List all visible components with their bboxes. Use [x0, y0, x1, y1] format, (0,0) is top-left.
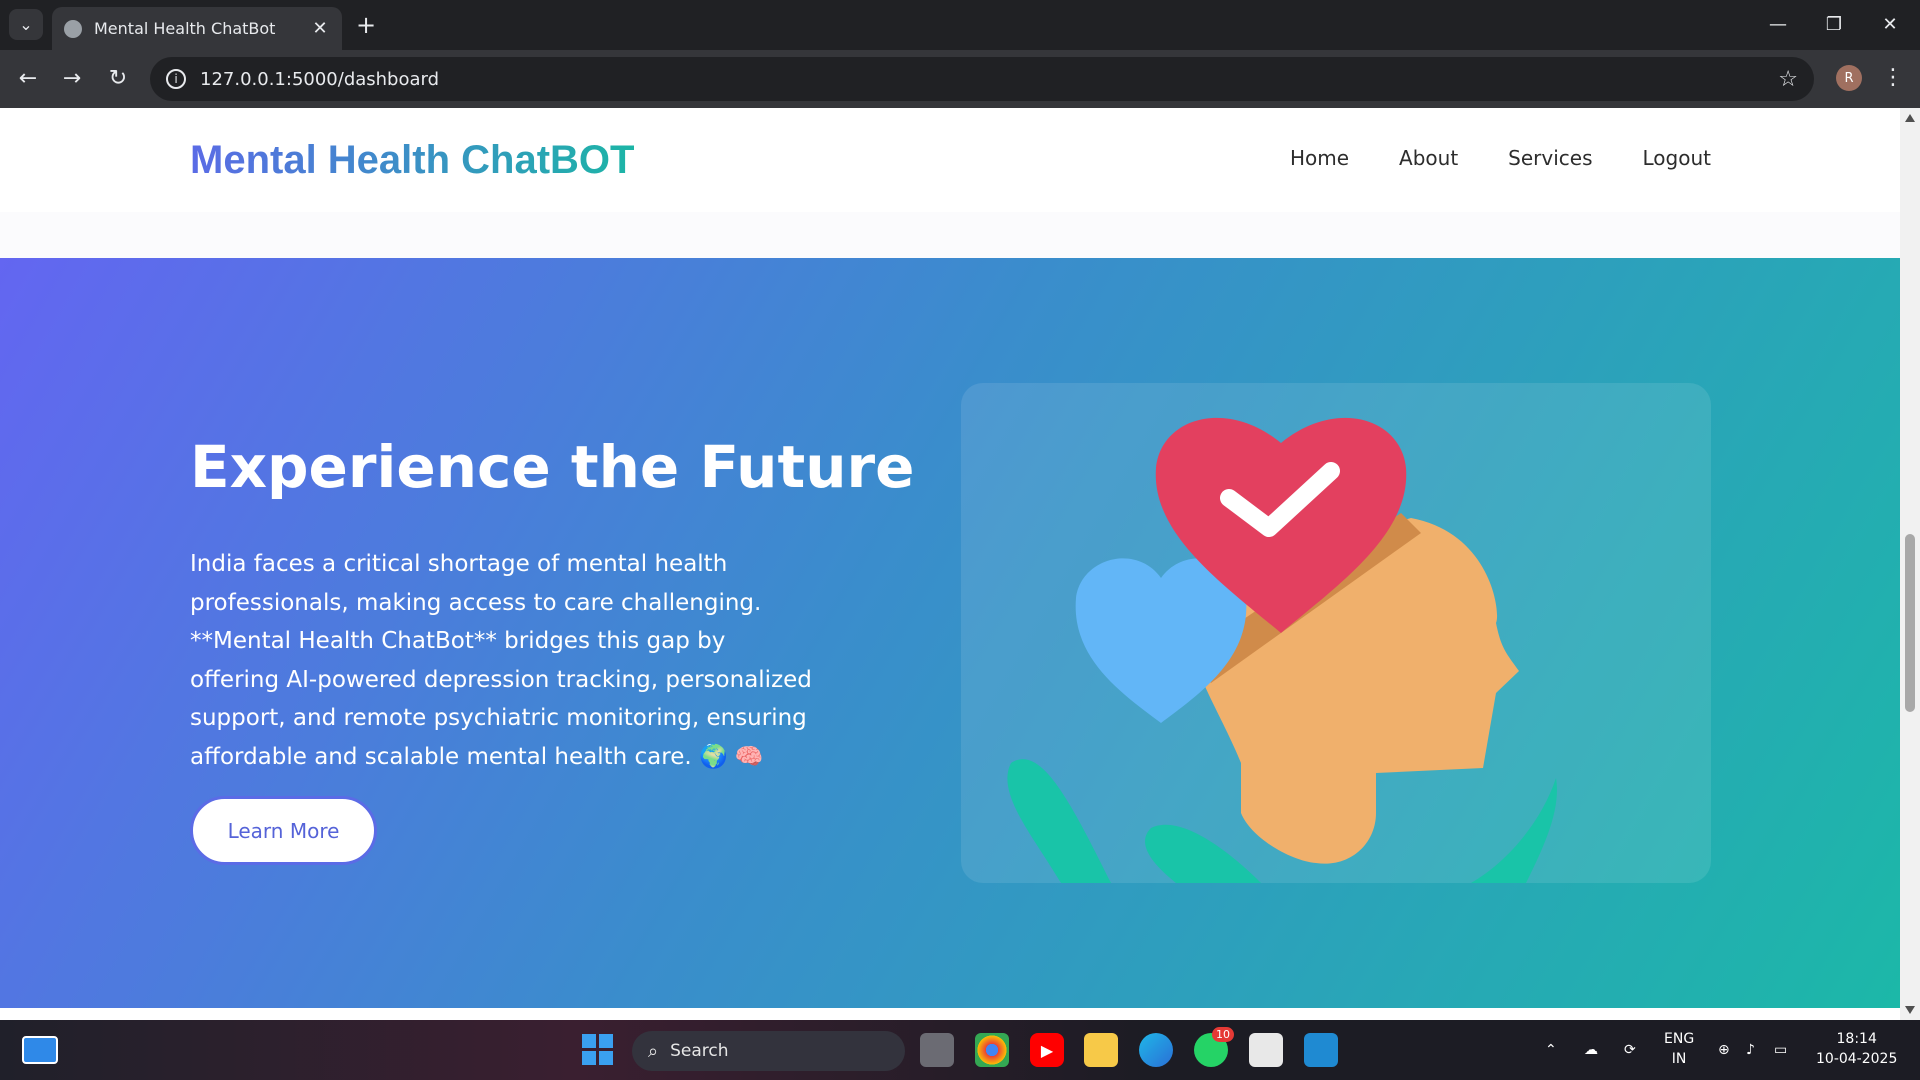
- task-view-icon[interactable]: [920, 1033, 954, 1067]
- lang-bottom: IN: [1671, 1051, 1687, 1067]
- profile-avatar[interactable]: R: [1836, 65, 1862, 91]
- sync-icon[interactable]: ⟳: [1624, 1020, 1636, 1080]
- hero-section: Experience the Future India faces a crit…: [0, 258, 1900, 1008]
- windows-logo-pane: [582, 1051, 596, 1065]
- main-nav: Home About Services Logout: [1290, 146, 1711, 170]
- reload-button[interactable]: ↻: [103, 64, 133, 94]
- tab-title: Mental Health ChatBot: [94, 19, 276, 38]
- system-clock[interactable]: 18:14 10-04-2025: [1816, 1029, 1897, 1069]
- whatsapp-badge: 10: [1212, 1027, 1234, 1042]
- chevron-down-icon: ⌄: [19, 15, 33, 34]
- youtube-icon[interactable]: ▶: [1030, 1033, 1064, 1067]
- tab-search-button[interactable]: ⌄: [9, 9, 43, 40]
- nav-home[interactable]: Home: [1290, 146, 1349, 170]
- header-spacer: [0, 212, 1900, 258]
- site-info-icon[interactable]: i: [166, 69, 186, 89]
- scroll-down-icon[interactable]: [1905, 1006, 1915, 1014]
- url-text: 127.0.0.1:5000/dashboard: [200, 68, 440, 90]
- leaf-left: [1007, 759, 1111, 883]
- widgets-icon[interactable]: [22, 1036, 58, 1064]
- page-footer-strip: [0, 1008, 1900, 1020]
- address-bar[interactable]: i 127.0.0.1:5000/dashboard ☆: [150, 57, 1814, 101]
- globe-icon: [64, 19, 82, 38]
- lang-top: ENG: [1664, 1031, 1695, 1047]
- nav-about[interactable]: About: [1399, 146, 1458, 170]
- learn-more-button[interactable]: Learn More: [190, 796, 377, 865]
- vscode-icon[interactable]: [1304, 1033, 1338, 1067]
- hero-illustration-card: [961, 383, 1711, 883]
- nav-logout[interactable]: Logout: [1643, 146, 1711, 170]
- windows-logo-pane: [582, 1034, 596, 1048]
- browser-titlebar: ⌄ Mental Health ChatBot ✕ + — ❐ ✕: [0, 0, 1920, 50]
- minimize-button[interactable]: —: [1758, 8, 1798, 42]
- windows-logo-pane: [599, 1051, 613, 1065]
- whatsapp-icon[interactable]: 10: [1194, 1027, 1234, 1067]
- start-button[interactable]: [582, 1034, 614, 1066]
- site-header: Mental Health ChatBOT Home About Service…: [0, 108, 1900, 212]
- clock-time: 18:14: [1836, 1031, 1877, 1047]
- leaf-center: [1145, 824, 1261, 883]
- hero-title: Experience the Future: [190, 433, 915, 501]
- battery-icon[interactable]: ▭: [1774, 1020, 1787, 1080]
- browser-tab[interactable]: Mental Health ChatBot ✕: [52, 7, 342, 50]
- bookmark-star-icon[interactable]: ☆: [1778, 67, 1798, 92]
- clock-date: 10-04-2025: [1816, 1051, 1898, 1067]
- close-window-button[interactable]: ✕: [1870, 8, 1910, 42]
- nav-services[interactable]: Services: [1508, 146, 1592, 170]
- edge-icon[interactable]: [1139, 1033, 1173, 1067]
- mental-health-illustration: [1007, 417, 1557, 883]
- hero-description: India faces a critical shortage of menta…: [190, 551, 812, 770]
- onedrive-icon[interactable]: ☁: [1584, 1020, 1598, 1080]
- language-indicator[interactable]: ENG IN: [1664, 1029, 1694, 1069]
- taskbar-search-label: Search: [670, 1041, 729, 1061]
- volume-icon[interactable]: ♪: [1746, 1020, 1755, 1080]
- page-viewport: Mental Health ChatBOT Home About Service…: [0, 108, 1900, 1020]
- scroll-up-icon[interactable]: [1905, 114, 1915, 122]
- back-button[interactable]: ←: [13, 64, 43, 94]
- menu-kebab-icon[interactable]: ⋮: [1882, 62, 1904, 94]
- restore-button[interactable]: ❐: [1814, 8, 1854, 42]
- windows-taskbar: ⌕ Search ▶ 10 ⌃ ☁ ⟳ ENG IN ⊕ ♪ ▭ 18:14 1…: [0, 1020, 1920, 1080]
- store-icon[interactable]: [1249, 1033, 1283, 1067]
- scrollbar-thumb[interactable]: [1905, 534, 1915, 712]
- search-icon: ⌕: [648, 1040, 659, 1062]
- leaf-right: [1471, 778, 1557, 883]
- network-icon[interactable]: ⊕: [1718, 1020, 1730, 1080]
- forward-button[interactable]: →: [57, 64, 87, 94]
- browser-toolbar: ← → ↻ i 127.0.0.1:5000/dashboard ☆ R ⋮: [0, 50, 1920, 108]
- new-tab-button[interactable]: +: [353, 10, 379, 40]
- taskbar-search[interactable]: ⌕ Search: [632, 1031, 905, 1071]
- page-scrollbar[interactable]: [1900, 108, 1920, 1020]
- windows-logo-pane: [599, 1034, 613, 1048]
- show-hidden-icons[interactable]: ⌃: [1545, 1020, 1557, 1080]
- site-logo[interactable]: Mental Health ChatBOT: [190, 138, 634, 183]
- close-tab-icon[interactable]: ✕: [310, 18, 330, 39]
- file-explorer-icon[interactable]: [1084, 1033, 1118, 1067]
- chrome-icon[interactable]: [975, 1033, 1009, 1067]
